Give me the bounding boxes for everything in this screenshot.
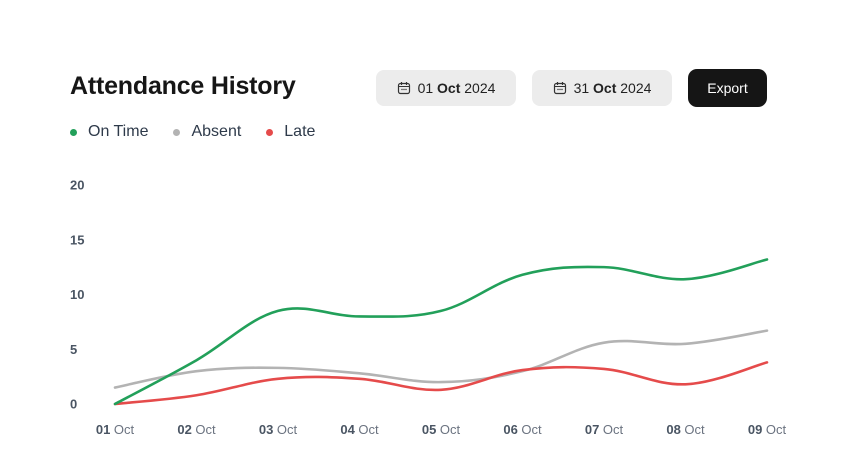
x-tick-label: 06 Oct — [503, 422, 542, 437]
y-tick-label: 10 — [70, 287, 84, 302]
y-tick-label: 0 — [70, 397, 77, 412]
x-tick-label: 02 Oct — [177, 422, 216, 437]
end-date-text: 31 Oct 2024 — [573, 80, 652, 96]
x-tick-label: 03 Oct — [259, 422, 298, 437]
y-tick-label: 15 — [70, 232, 84, 247]
calendar-icon — [397, 82, 410, 95]
x-tick-label: 05 Oct — [422, 422, 461, 437]
end-date-picker[interactable]: 31 Oct 2024 — [532, 70, 672, 106]
x-tick-label: 01 Oct — [96, 422, 135, 437]
start-date-text: 01 Oct 2024 — [417, 80, 496, 96]
legend-item-absent[interactable]: Absent — [173, 123, 241, 141]
legend-label-late: Late — [284, 123, 316, 140]
legend-dot-on-time — [70, 128, 77, 136]
start-date-picker[interactable]: 01 Oct 2024 — [376, 70, 516, 106]
x-tick-label: 04 Oct — [340, 422, 379, 437]
legend-dot-late — [266, 128, 274, 136]
series-line-absent[interactable] — [113, 329, 769, 389]
legend-dot-absent — [173, 128, 181, 136]
legend-item-late[interactable]: Late — [266, 123, 315, 141]
y-tick-label: 20 — [70, 178, 84, 193]
chart-legend: On Time Absent Late — [70, 123, 340, 141]
legend-label-absent: Absent — [191, 123, 242, 140]
legend-label-on-time: On Time — [88, 123, 149, 140]
x-tick-label: 09 Oct — [748, 422, 787, 437]
export-button[interactable]: Export — [688, 69, 767, 107]
calendar-icon — [553, 82, 566, 95]
x-tick-label: 08 Oct — [666, 422, 705, 437]
x-tick-label: 07 Oct — [585, 422, 624, 437]
legend-item-on-time[interactable]: On Time — [70, 123, 148, 141]
y-tick-label: 5 — [70, 342, 77, 357]
page-title: Attendance History — [70, 72, 296, 100]
